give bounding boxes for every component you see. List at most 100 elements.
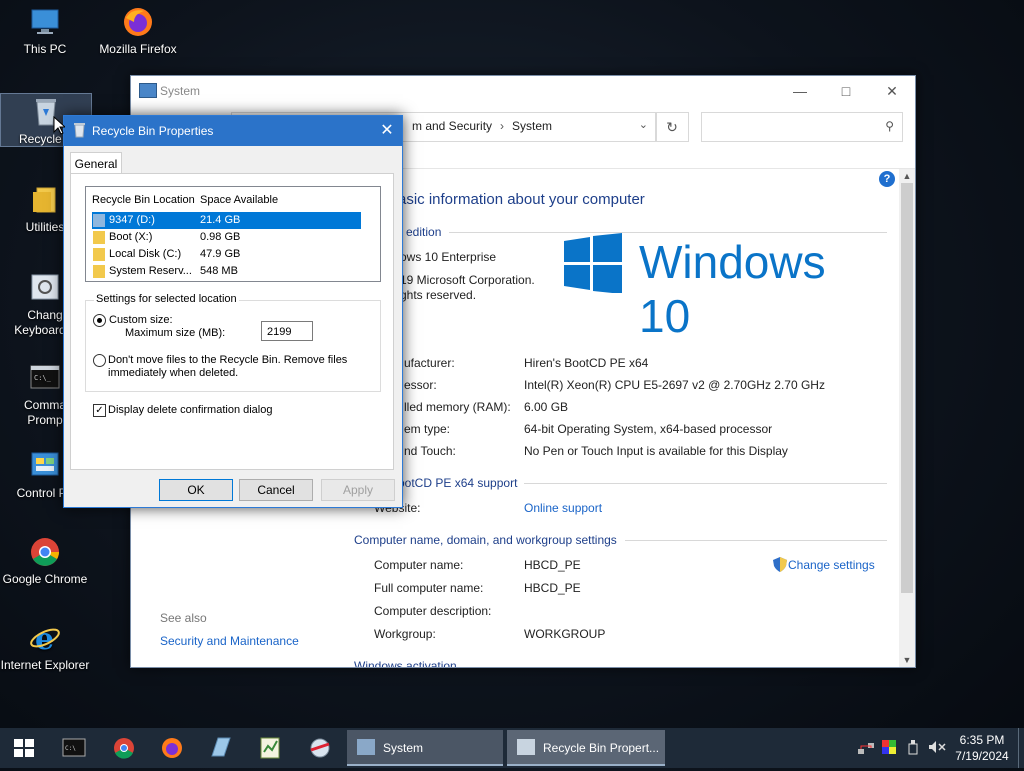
system-window-icon — [139, 83, 157, 98]
location-list[interactable]: Recycle Bin Location Space Available 934… — [85, 186, 381, 282]
location-space: 0.98 GB — [200, 231, 241, 243]
internet-explorer-icon: e — [29, 622, 61, 657]
taskbar-chrome[interactable] — [100, 728, 148, 768]
vertical-scrollbar[interactable]: ▲ ▼ — [899, 169, 915, 667]
taskbar-command-prompt[interactable]: C:\ — [50, 728, 98, 768]
scroll-up-icon[interactable]: ▲ — [899, 169, 915, 183]
show-desktop-button[interactable] — [1018, 728, 1024, 768]
network-icon — [310, 738, 330, 758]
list-item[interactable]: System Reserv... 548 MB — [92, 263, 361, 280]
location-name: Boot (X:) — [109, 231, 153, 243]
system-title-bar[interactable]: System — □ ✕ — [131, 76, 915, 106]
computer-icon — [29, 6, 61, 38]
volume-muted-icon[interactable] — [928, 740, 946, 757]
ok-button[interactable]: OK — [159, 479, 233, 501]
clock-time: 6:35 PM — [959, 733, 1005, 747]
recycle-bin-icon — [73, 122, 86, 138]
help-icon[interactable]: ? — [879, 171, 895, 187]
spec-label: lled memory (RAM): — [404, 400, 511, 414]
computer-value: HBCD_PE — [524, 558, 581, 572]
taskbar-task-recycle-bin[interactable]: Recycle Bin Propert... — [507, 730, 665, 766]
network-tray-icon[interactable] — [858, 741, 876, 758]
spec-label: essor: — [404, 378, 437, 392]
folder-icon — [93, 231, 105, 244]
taskbar-explorer[interactable] — [196, 728, 244, 768]
control-panel-icon — [29, 450, 61, 482]
dont-move-radio[interactable] — [93, 354, 106, 367]
spec-value: 6.00 GB — [524, 400, 569, 414]
firefox-icon — [162, 738, 182, 758]
recycle-bin-properties-dialog: Recycle Bin Properties ✕ General Recycle… — [63, 115, 403, 508]
desktop-icon-internet-explorer[interactable]: e Internet Explorer — [0, 622, 90, 673]
drive-icon — [93, 214, 105, 227]
list-item[interactable]: Local Disk (C:) 47.9 GB — [92, 246, 361, 263]
list-item[interactable]: 9347 (D:) 21.4 GB — [92, 212, 361, 229]
see-also-heading: See also — [160, 611, 207, 625]
scrollbar-thumb[interactable] — [901, 183, 913, 593]
keyboard-settings-icon — [29, 272, 61, 304]
dialog-title-bar[interactable]: Recycle Bin Properties ✕ — [64, 116, 402, 146]
taskbar-network-tool[interactable] — [296, 728, 344, 768]
shield-icon — [773, 557, 787, 575]
computer-label: Workgroup: — [374, 627, 436, 641]
desktop-icon-firefox[interactable]: Mozilla Firefox — [93, 6, 183, 57]
file-icon — [211, 737, 231, 757]
confirm-delete-checkbox[interactable]: ✓ — [93, 404, 106, 417]
settings-group-title: Settings for selected location — [94, 293, 239, 305]
max-size-input[interactable]: 2199 — [261, 321, 313, 341]
desktop-icon-label: Internet Explorer — [0, 658, 90, 672]
minimize-button[interactable]: — — [777, 76, 823, 106]
edition-name: ows 10 Enterprise — [400, 250, 497, 264]
list-item[interactable]: Boot (X:) 0.98 GB — [92, 229, 361, 246]
task-label: Recycle Bin Propert... — [543, 741, 660, 755]
color-picker-tray-icon[interactable] — [882, 740, 896, 757]
support-section-title: ootCD PE x64 support — [398, 476, 518, 490]
breadcrumb-security[interactable]: m and Security — [412, 119, 492, 133]
copyright-line-2: ghts reserved. — [400, 288, 477, 302]
desktop-icon-this-pc[interactable]: This PC — [0, 6, 90, 57]
divider — [625, 540, 887, 541]
scroll-down-icon[interactable]: ▼ — [899, 653, 915, 667]
desktop-icon-label: This PC — [23, 42, 67, 56]
breadcrumb-system[interactable]: System — [512, 119, 552, 133]
computer-label: Computer name: — [374, 558, 464, 572]
activation-section-title: Windows activation — [354, 659, 457, 667]
windows-logo-icon — [14, 739, 34, 757]
chevron-down-icon[interactable]: ⌄ — [639, 118, 648, 131]
change-settings-link[interactable]: Change settings — [788, 558, 875, 572]
chevron-right-icon: › — [500, 119, 505, 133]
breadcrumb: m and Security › System — [412, 119, 552, 133]
close-icon[interactable]: ✕ — [372, 116, 402, 146]
divider — [524, 483, 887, 484]
computer-value: WORKGROUP — [524, 627, 606, 641]
svg-text:C:\_: C:\_ — [34, 374, 52, 382]
computer-section-title: Computer name, domain, and workgroup set… — [354, 533, 617, 547]
column-header-space[interactable]: Space Available — [200, 194, 278, 206]
edition-section-title: edition — [406, 225, 442, 239]
desktop-icon-label: Google Chrome — [2, 572, 88, 586]
system-window-title: System — [160, 84, 201, 98]
taskbar-notepad[interactable] — [246, 728, 294, 768]
start-button[interactable] — [0, 728, 48, 768]
search-input[interactable]: ⚲ — [701, 112, 903, 142]
location-name: Local Disk (C:) — [109, 248, 182, 260]
close-button[interactable]: ✕ — [869, 76, 915, 106]
cancel-button[interactable]: Cancel — [239, 479, 313, 501]
folder-icon — [29, 184, 61, 216]
usb-drive-tray-icon[interactable] — [907, 739, 919, 758]
spec-label: nd Touch: — [404, 444, 456, 458]
taskbar-task-system[interactable]: System — [347, 730, 503, 766]
apply-button[interactable]: Apply — [321, 479, 395, 501]
column-header-location[interactable]: Recycle Bin Location — [92, 194, 195, 206]
security-maintenance-link[interactable]: Security and Maintenance — [160, 634, 299, 648]
taskbar-clock[interactable]: 6:35 PM 7/19/2024 — [950, 732, 1014, 764]
dialog-title: Recycle Bin Properties — [92, 124, 214, 138]
location-name: System Reserv... — [109, 265, 192, 277]
maximize-button[interactable]: □ — [823, 76, 869, 106]
refresh-button[interactable]: ↻ — [655, 112, 689, 142]
custom-size-radio[interactable] — [93, 314, 106, 327]
online-support-link[interactable]: Online support — [524, 501, 602, 515]
taskbar-firefox[interactable] — [148, 728, 196, 768]
tab-general[interactable]: General — [70, 152, 122, 175]
desktop-icon-google-chrome[interactable]: Google Chrome — [0, 536, 90, 587]
